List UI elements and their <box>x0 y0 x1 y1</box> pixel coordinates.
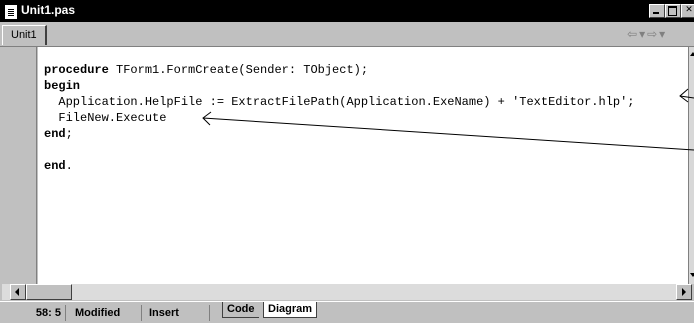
keyword: end <box>44 127 66 141</box>
tab-code[interactable]: Code <box>222 302 259 318</box>
code-line: procedure TForm1.FormCreate(Sender: TObj… <box>44 63 368 77</box>
keyword: end <box>44 159 66 173</box>
dropdown-arrow-icon[interactable]: ▾ <box>639 27 647 41</box>
tab-diagram[interactable]: Diagram <box>263 302 318 318</box>
close-button[interactable]: ✕ <box>681 4 694 18</box>
close-icon: ✕ <box>685 5 693 15</box>
maximize-icon <box>668 6 677 16</box>
code-line: FileNew.Execute <box>44 111 166 125</box>
scroll-up-icon[interactable] <box>690 52 694 56</box>
code-line: Application.HelpFile := ExtractFilePath(… <box>44 95 635 109</box>
nav-arrows: ⇦▾⇨▾ <box>627 27 667 41</box>
code-text: ; <box>65 127 73 141</box>
code-text: Application.HelpFile := ExtractFilePath(… <box>44 95 635 109</box>
code-line: end; <box>44 127 73 141</box>
code-area[interactable]: procedure TForm1.FormCreate(Sender: TObj… <box>38 47 688 284</box>
code-text: . <box>65 159 73 173</box>
minimize-icon <box>653 12 659 14</box>
scroll-down-icon[interactable] <box>690 273 694 277</box>
modified-indicator: Modified <box>72 305 142 321</box>
status-bar: 58: 5 Modified Insert <box>0 301 694 323</box>
code-text: FileNew.Execute <box>44 111 167 125</box>
file-tab-strip: Unit1 <box>0 22 694 47</box>
code-line: begin <box>44 79 80 93</box>
horizontal-scrollbar[interactable] <box>2 284 692 300</box>
document-icon <box>5 5 17 19</box>
scroll-left-button[interactable] <box>10 284 26 300</box>
code-text: TForm1.FormCreate(Sender: TObject); <box>108 63 369 77</box>
keyword: begin <box>44 79 81 93</box>
cursor-position: 58: 5 <box>4 305 66 321</box>
code-editor: procedure TForm1.FormCreate(Sender: TObj… <box>2 47 692 284</box>
forward-arrow-icon[interactable]: ⇨ <box>647 27 659 41</box>
scroll-thumb[interactable] <box>26 284 72 300</box>
code-line: end. <box>44 159 73 173</box>
maximize-button[interactable] <box>665 4 681 18</box>
dropdown-arrow-icon[interactable]: ▾ <box>659 27 667 41</box>
back-arrow-icon[interactable]: ⇦ <box>627 27 639 41</box>
window-title: Unit1.pas <box>21 3 76 17</box>
editor-window: Unit1.pas ✕ Unit1 ⇦▾⇨▾ procedure TForm1.… <box>0 0 694 323</box>
scroll-right-button[interactable] <box>676 284 692 300</box>
title-bar[interactable]: Unit1.pas ✕ <box>0 0 694 22</box>
tab-unit1[interactable]: Unit1 <box>2 25 47 45</box>
minimize-button[interactable] <box>649 4 665 18</box>
keyword: procedure <box>44 63 109 77</box>
vertical-scrollbar[interactable] <box>688 47 694 284</box>
editor-gutter[interactable] <box>2 47 37 284</box>
insert-mode-indicator: Insert <box>146 305 210 321</box>
